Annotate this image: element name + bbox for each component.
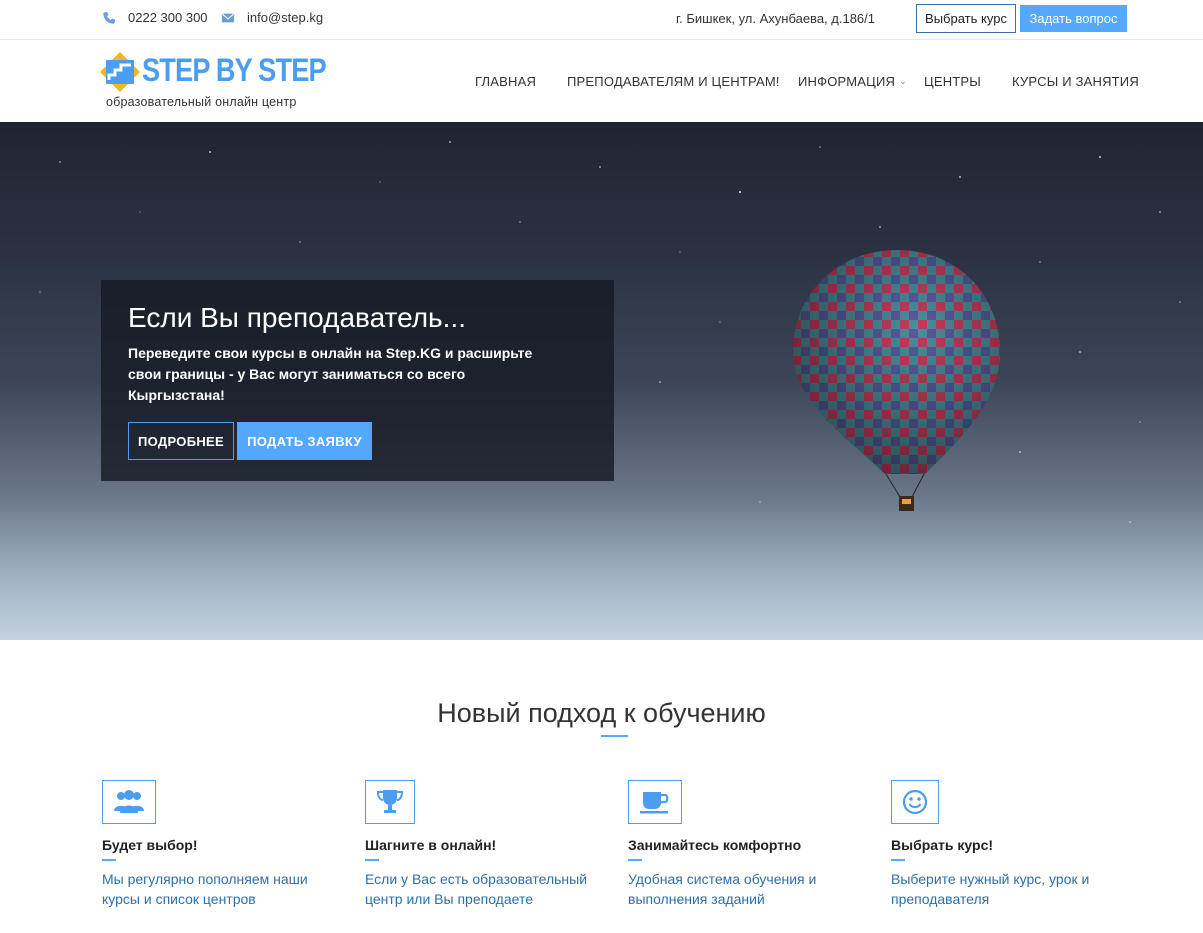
feature-icon-box <box>102 780 156 824</box>
hero-card: Если Вы преподаватель... Переведите свои… <box>101 280 614 481</box>
logo-subtitle: образовательный онлайн центр <box>106 95 297 109</box>
phone-contact[interactable]: 0222 300 300 <box>102 10 208 25</box>
section-divider <box>601 735 628 737</box>
section-title: Новый подход к обучению <box>437 698 766 728</box>
phone-icon <box>103 11 116 24</box>
feature-description[interactable]: Мы регулярно пополняем наши курсы и спис… <box>102 869 332 909</box>
feature-online: Шагните в онлайн! Если у Вас есть образо… <box>365 780 605 907</box>
feature-icon-box <box>628 780 682 824</box>
ask-question-button[interactable]: Задать вопрос <box>1020 5 1127 32</box>
site-header: STEP BY STEP образовательный онлайн цент… <box>0 40 1203 122</box>
site-logo[interactable]: STEP BY STEP образовательный онлайн цент… <box>100 48 327 114</box>
feature-description[interactable]: Если у Вас есть образовательный центр ил… <box>365 869 595 909</box>
logo-name: STEP BY STEP <box>142 52 327 88</box>
trophy-icon <box>376 790 404 813</box>
more-button[interactable]: ПОДРОБНЕЕ <box>128 422 234 460</box>
hot-air-balloon <box>793 250 1000 511</box>
feature-description[interactable]: Выберите нужный курс, урок и преподавате… <box>891 869 1121 909</box>
nav-centers[interactable]: ЦЕНТРЫ <box>924 74 981 89</box>
logo-mark-icon <box>100 52 140 92</box>
coffee-icon <box>640 792 669 814</box>
feature-description[interactable]: Удобная система обучения и выполнения за… <box>628 869 858 909</box>
feature-choose-course: Выбрать курс! Выберите нужный курс, урок… <box>891 780 1131 907</box>
users-icon <box>114 790 144 813</box>
email-address: info@step.kg <box>247 10 324 25</box>
top-bar: 0222 300 300 info@step.kg г. Бишкек, ул.… <box>0 0 1203 40</box>
hero-banner: Если Вы преподаватель... Переведите свои… <box>0 122 1203 640</box>
feature-choice: Будет выбор! Мы регулярно пополняем наши… <box>102 780 342 907</box>
phone-number: 0222 300 300 <box>128 10 208 25</box>
nav-teachers-centers[interactable]: ПРЕПОДАВАТЕЛЯМ И ЦЕНТРАМ! <box>567 74 780 89</box>
feature-divider <box>102 859 116 861</box>
feature-icon-box <box>365 780 415 824</box>
feature-icon-box <box>891 780 939 824</box>
feature-title: Шагните в онлайн! <box>365 837 497 853</box>
apply-button[interactable]: ПОДАТЬ ЗАЯВКУ <box>237 422 372 460</box>
smile-icon <box>902 789 928 815</box>
email-contact[interactable]: info@step.kg <box>221 10 323 25</box>
hero-title: Если Вы преподаватель... <box>128 302 466 333</box>
nav-home[interactable]: ГЛАВНАЯ <box>475 74 536 89</box>
envelope-icon <box>221 12 235 22</box>
feature-comfort: Занимайтесь комфортно Удобная система об… <box>628 780 868 907</box>
feature-title: Будет выбор! <box>102 837 198 853</box>
address-text: г. Бишкек, ул. Ахунбаева, д.186/1 <box>676 11 875 26</box>
feature-title: Занимайтесь комфортно <box>628 837 802 853</box>
feature-divider <box>628 859 642 861</box>
nav-courses[interactable]: КУРСЫ И ЗАНЯТИЯ <box>1012 74 1139 89</box>
choose-course-button[interactable]: Выбрать курс <box>916 4 1016 33</box>
feature-divider <box>891 859 905 861</box>
feature-divider <box>365 859 379 861</box>
nav-information-label: ИНФОРМАЦИЯ <box>798 74 896 89</box>
nav-information[interactable]: ИНФОРМАЦИЯ ⌄ <box>798 74 907 89</box>
hero-text: Переведите свои курсы в онлайн на Step.K… <box>128 345 533 403</box>
feature-title: Выбрать курс! <box>891 837 994 853</box>
chevron-down-icon: ⌄ <box>899 76 907 86</box>
